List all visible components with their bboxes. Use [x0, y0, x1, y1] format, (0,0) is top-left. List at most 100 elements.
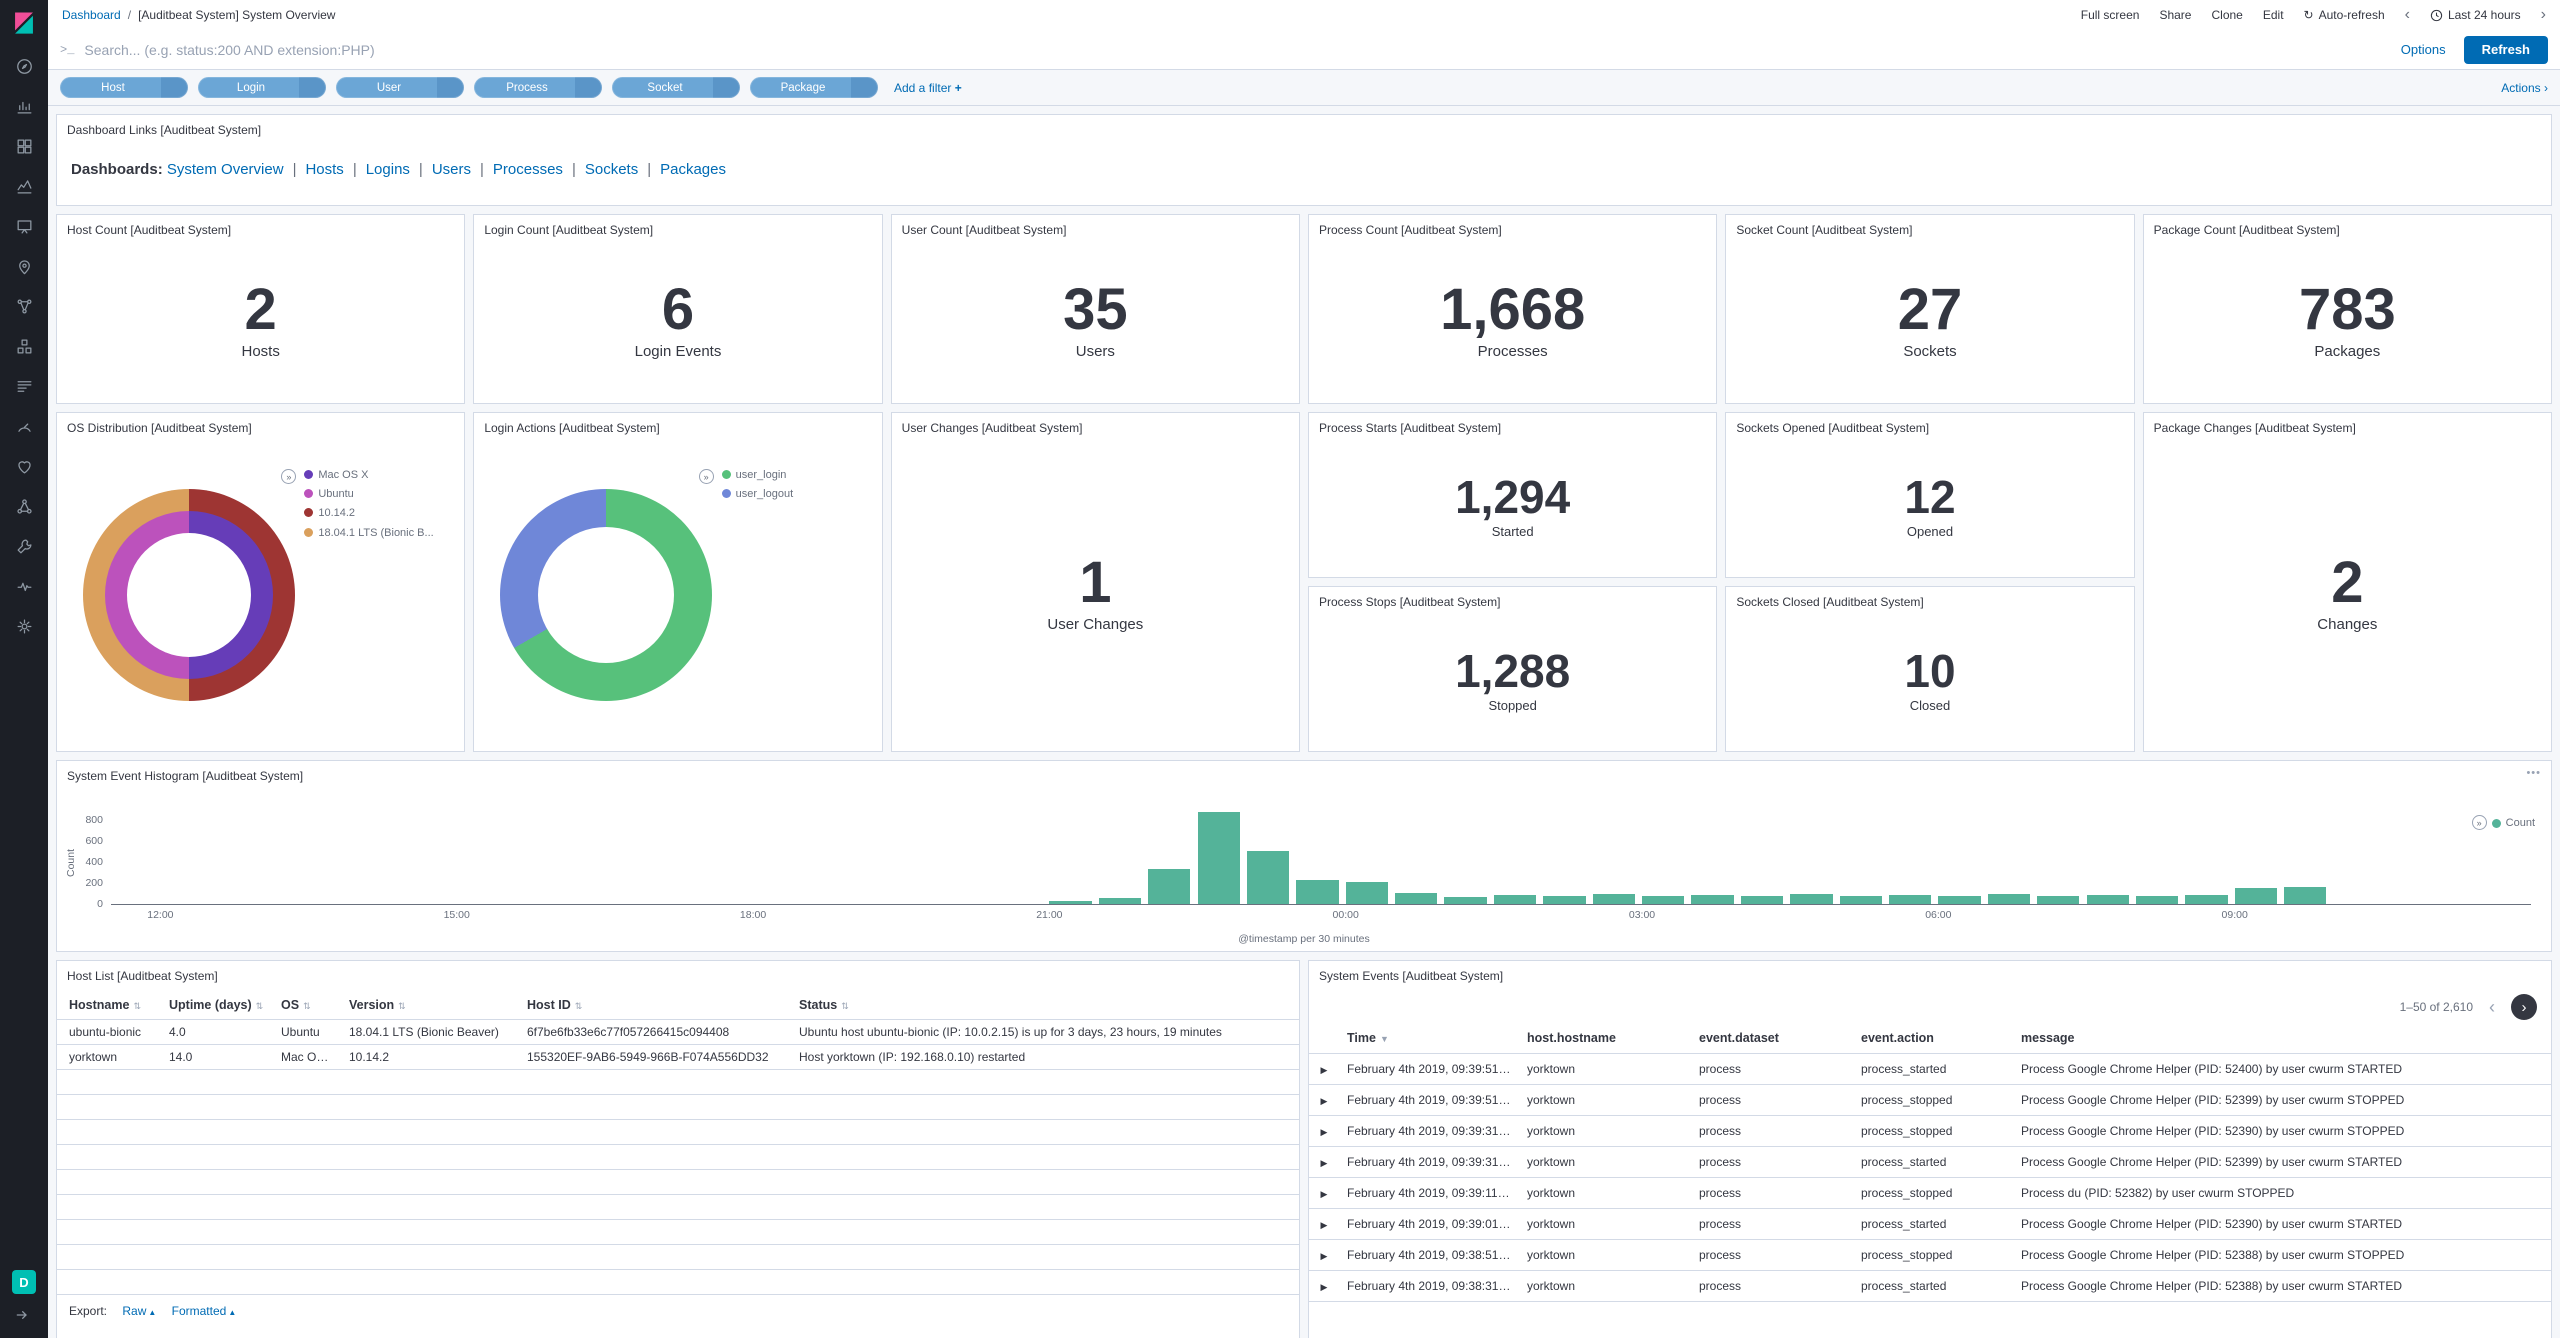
time-forward-icon[interactable]: › — [2541, 7, 2546, 23]
clone-button[interactable]: Clone — [2211, 8, 2242, 22]
breadcrumb-dashboard-link[interactable]: Dashboard — [62, 8, 121, 22]
time-back-icon[interactable]: ‹ — [2405, 7, 2410, 23]
options-button[interactable]: Options — [2401, 42, 2446, 57]
col-event-action[interactable]: event.action — [1853, 1023, 2013, 1054]
page-prev-icon[interactable]: ‹ — [2485, 997, 2499, 1018]
histogram-bar[interactable] — [1741, 896, 1783, 904]
histogram-bar[interactable] — [2087, 895, 2129, 905]
histogram-bar[interactable] — [1543, 896, 1585, 904]
histogram-bar[interactable] — [1988, 894, 2030, 904]
dashboard-link-users[interactable]: Users — [432, 161, 471, 178]
col-time[interactable]: Time▼ — [1339, 1023, 1519, 1054]
time-range-button[interactable]: Last 24 hours — [2430, 8, 2521, 22]
col-host-hostname[interactable]: host.hostname — [1519, 1023, 1691, 1054]
add-filter-button[interactable]: Add a filter + — [894, 81, 962, 95]
histogram-bar[interactable] — [1642, 896, 1684, 904]
col-event-dataset[interactable]: event.dataset — [1691, 1023, 1853, 1054]
histogram-bar[interactable] — [1444, 897, 1486, 904]
export-raw-link[interactable]: Raw▲ — [122, 1304, 156, 1318]
expand-row-icon[interactable]: ▶ — [1321, 1065, 1328, 1075]
legend-item[interactable]: 18.04.1 LTS (Bionic B... — [304, 527, 454, 540]
histogram-bar[interactable] — [1148, 869, 1190, 904]
filter-pill-user[interactable]: User — [336, 77, 464, 98]
legend-item[interactable]: Ubuntu — [304, 488, 454, 501]
edit-button[interactable]: Edit — [2263, 8, 2284, 22]
search-input[interactable] — [84, 42, 2390, 58]
sidebar-item-discover[interactable] — [0, 46, 48, 86]
sidebar-item-uptime[interactable] — [0, 446, 48, 486]
histogram-bar[interactable] — [1691, 895, 1733, 905]
col-status[interactable]: Status⇅ — [791, 991, 1299, 1020]
histogram-bar[interactable] — [1099, 898, 1141, 904]
legend-item[interactable]: Mac OS X — [304, 469, 454, 482]
histogram-bar[interactable] — [1840, 896, 1882, 904]
histogram-bar[interactable] — [1593, 894, 1635, 904]
filter-pill-login[interactable]: Login — [198, 77, 326, 98]
legend-toggle-icon[interactable]: » — [699, 469, 714, 484]
dashboard-link-logins[interactable]: Logins — [366, 161, 410, 178]
export-formatted-link[interactable]: Formatted▲ — [172, 1304, 237, 1318]
collapse-nav-icon[interactable] — [14, 1307, 30, 1328]
histogram-bar[interactable] — [2185, 895, 2227, 904]
histogram-bar[interactable] — [1049, 901, 1091, 904]
filter-pill-package[interactable]: Package — [750, 77, 878, 98]
panel-options-icon[interactable]: ••• — [2526, 767, 2541, 779]
kibana-logo[interactable] — [0, 0, 48, 46]
histogram-bar[interactable] — [2037, 896, 2079, 904]
histogram-bar[interactable] — [1938, 896, 1980, 904]
sidebar-item-monitoring[interactable] — [0, 566, 48, 606]
dashboard-link-processes[interactable]: Processes — [493, 161, 563, 178]
histogram-bar[interactable] — [2284, 887, 2326, 904]
auto-refresh-button[interactable]: ↻ Auto-refresh — [2304, 8, 2385, 22]
dashboard-link-system-overview[interactable]: System Overview — [167, 161, 284, 178]
os-distribution-donut[interactable] — [83, 489, 295, 701]
dashboard-link-packages[interactable]: Packages — [660, 161, 726, 178]
expand-row-icon[interactable]: ▶ — [1321, 1189, 1328, 1199]
expand-row-icon[interactable]: ▶ — [1321, 1096, 1328, 1106]
full-screen-button[interactable]: Full screen — [2081, 8, 2140, 22]
histogram-bar[interactable] — [1494, 895, 1536, 905]
legend-item[interactable]: user_logout — [722, 488, 872, 501]
actions-button[interactable]: Actions › — [2501, 81, 2548, 95]
page-next-button[interactable]: › — [2511, 994, 2537, 1020]
sidebar-item-maps[interactable] — [0, 246, 48, 286]
sidebar-item-management[interactable] — [0, 606, 48, 646]
legend-toggle-icon[interactable]: » — [2472, 815, 2487, 830]
histogram-bar[interactable] — [1395, 893, 1437, 904]
col-os[interactable]: OS⇅ — [273, 991, 341, 1020]
legend-item[interactable]: user_login — [722, 469, 872, 482]
sidebar-item-infrastructure[interactable] — [0, 326, 48, 366]
dashboard-link-sockets[interactable]: Sockets — [585, 161, 638, 178]
sidebar-item-dev-tools[interactable] — [0, 526, 48, 566]
filter-pill-socket[interactable]: Socket — [612, 77, 740, 98]
col-version[interactable]: Version⇅ — [341, 991, 519, 1020]
legend-item[interactable]: 10.14.2 — [304, 507, 454, 520]
sidebar-item-canvas[interactable] — [0, 206, 48, 246]
sidebar-item-timelion[interactable] — [0, 166, 48, 206]
expand-row-icon[interactable]: ▶ — [1321, 1127, 1328, 1137]
expand-row-icon[interactable]: ▶ — [1321, 1220, 1328, 1230]
col-message[interactable]: message — [2013, 1023, 2551, 1054]
sidebar-item-graph[interactable] — [0, 486, 48, 526]
space-avatar[interactable]: D — [12, 1270, 36, 1294]
legend-label[interactable]: Count — [2506, 817, 2535, 829]
col-host-id[interactable]: Host ID⇅ — [519, 991, 791, 1020]
sidebar-item-logs[interactable] — [0, 366, 48, 406]
histogram-bar[interactable] — [2235, 888, 2277, 904]
col-hostname[interactable]: Hostname⇅ — [57, 991, 161, 1020]
login-actions-donut[interactable] — [500, 489, 712, 701]
expand-row-icon[interactable]: ▶ — [1321, 1282, 1328, 1292]
col-uptime[interactable]: Uptime (days)⇅ — [161, 991, 273, 1020]
expand-row-icon[interactable]: ▶ — [1321, 1251, 1328, 1261]
histogram-bar[interactable] — [1346, 882, 1388, 904]
dashboard-link-hosts[interactable]: Hosts — [305, 161, 343, 178]
histogram-bar[interactable] — [2136, 896, 2178, 904]
histogram-bar[interactable] — [1198, 812, 1240, 904]
filter-pill-host[interactable]: Host — [60, 77, 188, 98]
sidebar-item-machine-learning[interactable] — [0, 286, 48, 326]
sidebar-item-dashboard[interactable] — [0, 126, 48, 166]
expand-row-icon[interactable]: ▶ — [1321, 1158, 1328, 1168]
sidebar-item-visualize[interactable] — [0, 86, 48, 126]
filter-pill-process[interactable]: Process — [474, 77, 602, 98]
histogram-bar[interactable] — [1296, 880, 1338, 904]
